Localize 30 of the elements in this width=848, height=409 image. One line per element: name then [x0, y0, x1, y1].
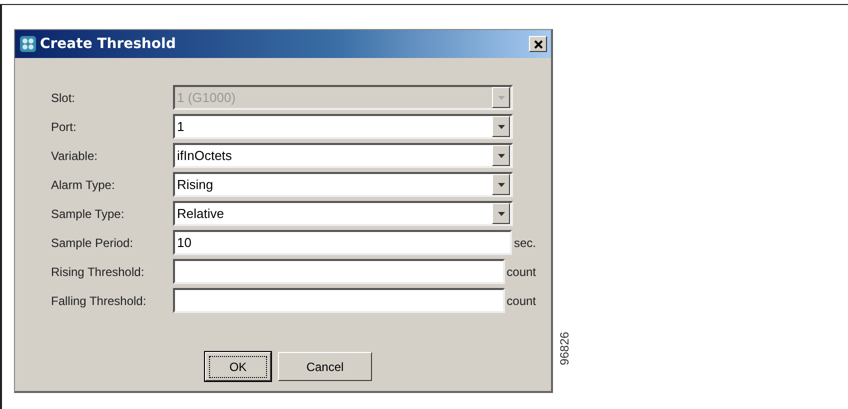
input-field[interactable]: 10: [173, 230, 512, 255]
unit-label: count: [506, 264, 536, 278]
field-label: Port:: [51, 120, 78, 134]
field-label: Slot:: [51, 90, 76, 104]
dropdown-field[interactable]: Relative: [173, 201, 513, 226]
dropdown-arrow-icon: [498, 182, 504, 186]
field-label: Sample Period:: [51, 236, 134, 250]
unit-label: sec.: [512, 236, 536, 250]
field-label: Alarm Type:: [51, 178, 116, 192]
field-label: Rising Threshold:: [51, 264, 146, 278]
figure-number: 96826: [557, 330, 572, 367]
dialog-button[interactable]: OK: [205, 352, 271, 381]
dropdown-field[interactable]: 1: [173, 114, 513, 139]
dropdown-arrow-icon: [498, 154, 504, 158]
dialog-button[interactable]: Cancel: [278, 352, 372, 381]
window-title: Create Threshold: [40, 36, 177, 52]
field-label: Sample Type:: [51, 206, 126, 220]
unit-label: count: [506, 294, 536, 308]
dropdown-arrow-icon: [498, 212, 504, 216]
app-icon: [19, 35, 37, 53]
field-label: Variable:: [51, 148, 98, 162]
close-icon: [534, 40, 542, 48]
field-label: Falling Threshold:: [51, 294, 148, 308]
input-field[interactable]: [173, 259, 505, 284]
close-button[interactable]: [529, 36, 547, 52]
dropdown-arrow-icon: [498, 96, 504, 100]
dropdown-arrow-icon: [498, 124, 504, 128]
dropdown-field[interactable]: ifInOctets: [173, 143, 513, 168]
dropdown-field[interactable]: Rising: [173, 172, 513, 197]
input-field[interactable]: [173, 288, 505, 313]
